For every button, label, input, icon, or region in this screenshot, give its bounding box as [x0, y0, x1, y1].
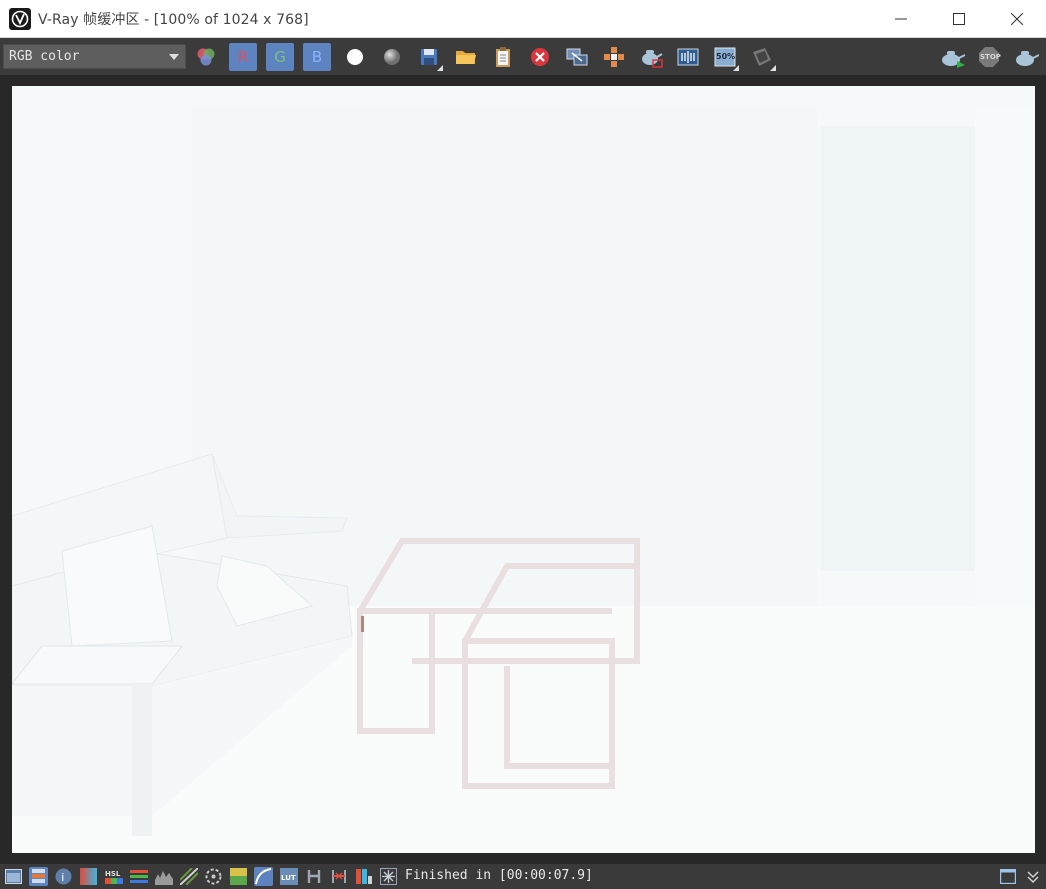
- link-vfb-icon[interactable]: [563, 43, 591, 71]
- save-image-icon[interactable]: [415, 43, 443, 71]
- color-correction-icon[interactable]: [79, 867, 98, 886]
- hsl-icon[interactable]: HSL: [104, 867, 123, 886]
- vray-logo-icon: [9, 7, 31, 30]
- window-title: V-Ray 帧缓冲区 - [100% of 1024 x 768]: [38, 11, 309, 28]
- status-bar: i HSL LUT Finished in [00:00:07.9]: [0, 864, 1046, 889]
- maximize-icon: [953, 13, 965, 25]
- maximize-button[interactable]: [930, 0, 988, 38]
- expand-icon[interactable]: [1023, 867, 1042, 886]
- color-channels-icon[interactable]: [192, 43, 220, 71]
- render-scene: [12, 86, 1035, 853]
- chevron-down-icon: [169, 53, 179, 60]
- panel-toggle-icon[interactable]: [998, 867, 1017, 886]
- svg-text:i: i: [61, 871, 64, 884]
- curve-icon[interactable]: [254, 867, 273, 886]
- exposure-icon[interactable]: [179, 867, 198, 886]
- minimize-icon: [895, 18, 907, 20]
- stereo-icon[interactable]: [329, 867, 348, 886]
- lut-icon[interactable]: LUT: [279, 867, 298, 886]
- svg-text:HSL: HSL: [105, 870, 121, 878]
- load-image-icon[interactable]: [452, 43, 480, 71]
- layers-icon[interactable]: [29, 867, 48, 886]
- ocio-icon[interactable]: [379, 867, 398, 886]
- green-channel-button[interactable]: G: [266, 43, 294, 71]
- close-icon: [1011, 13, 1023, 25]
- red-channel-button[interactable]: R: [229, 43, 257, 71]
- zoom-50-icon[interactable]: 50%: [711, 43, 739, 71]
- view-white-icon[interactable]: [341, 43, 369, 71]
- view-mono-icon[interactable]: [378, 43, 406, 71]
- render-history-icon[interactable]: [748, 43, 776, 71]
- blue-channel-button[interactable]: B: [303, 43, 331, 71]
- lens-effects-icon[interactable]: [204, 867, 223, 886]
- svg-text:LUT: LUT: [281, 874, 296, 882]
- compare-ab-icon[interactable]: [674, 43, 702, 71]
- zoom-label: 50%: [716, 52, 736, 61]
- history-icon[interactable]: [4, 867, 23, 886]
- clear-image-icon[interactable]: [526, 43, 554, 71]
- render-icon[interactable]: [1012, 43, 1040, 71]
- track-mouse-icon[interactable]: [600, 43, 628, 71]
- bars-icon[interactable]: [354, 867, 373, 886]
- close-button[interactable]: [988, 0, 1046, 38]
- minimize-button[interactable]: [872, 0, 930, 38]
- curves-icon[interactable]: [154, 867, 173, 886]
- render-region-icon[interactable]: [637, 43, 665, 71]
- stop-label: STOP: [980, 53, 1001, 61]
- h-icon[interactable]: [304, 867, 323, 886]
- render-status-text: Finished in [00:00:07.9]: [405, 868, 593, 883]
- channel-select-value: RGB color: [9, 49, 80, 64]
- interactive-render-icon[interactable]: [939, 43, 967, 71]
- title-bar: V-Ray 帧缓冲区 - [100% of 1024 x 768]: [0, 0, 1046, 38]
- channel-select[interactable]: RGB color: [3, 44, 186, 69]
- copy-clipboard-icon[interactable]: [489, 43, 517, 71]
- info-icon[interactable]: i: [54, 867, 73, 886]
- levels-icon[interactable]: [129, 867, 148, 886]
- background-icon[interactable]: [229, 867, 248, 886]
- stop-render-icon[interactable]: STOP: [975, 43, 1003, 71]
- rendered-image[interactable]: [12, 86, 1035, 853]
- vfb-toolbar: RGB color R G B 50% STOP: [0, 38, 1046, 75]
